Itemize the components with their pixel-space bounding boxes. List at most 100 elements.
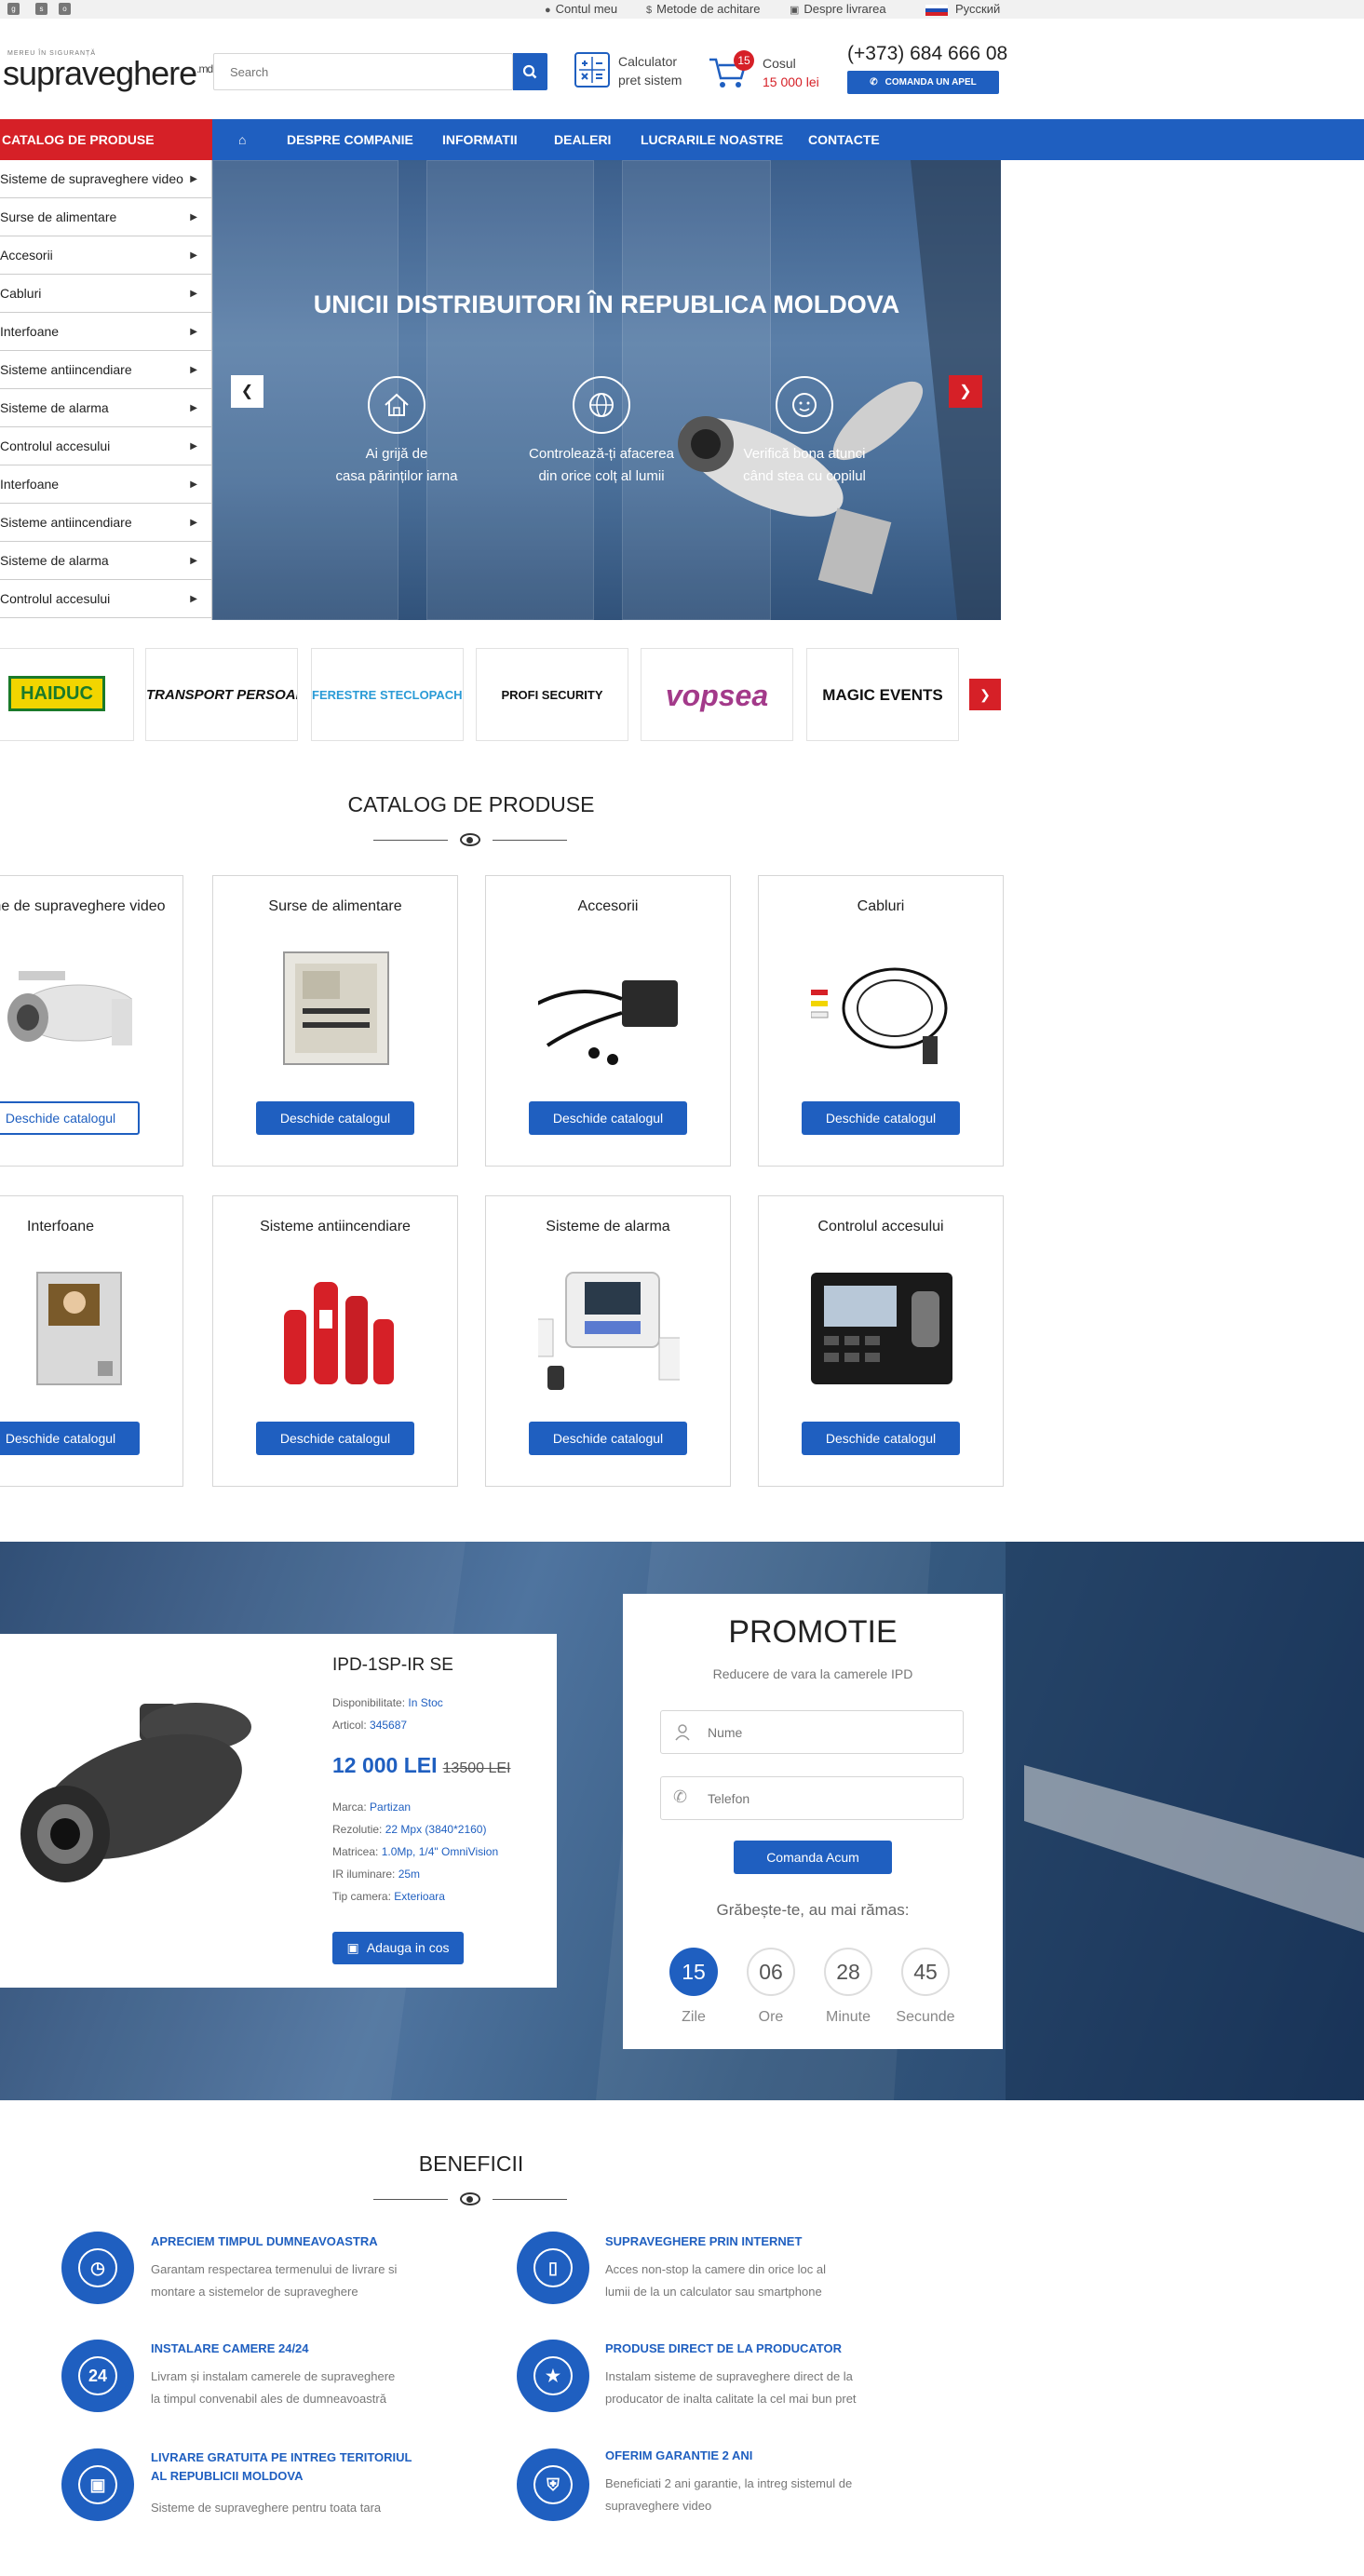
partner-logo[interactable]: HAIDUC [0, 648, 134, 741]
order-now-button[interactable]: Comanda Acum [734, 1841, 892, 1874]
delivery-link[interactable]: ▣ Despre livrarea [790, 2, 886, 16]
sidebar-item[interactable]: Cabluri ▶ [0, 275, 211, 313]
benefit-line1: Acces non-stop la camere din orice loc a… [605, 2262, 827, 2276]
nav-about[interactable]: DESPRE COMPANIE [287, 119, 413, 160]
chevron-right-icon: ▶ [190, 518, 197, 528]
slider-prev-button[interactable]: ❮ [231, 375, 263, 408]
sidebar-item-label: Controlul accesului [0, 591, 111, 606]
nav-info[interactable]: INFORMATII [442, 119, 518, 160]
availability-row: Disponibilitate: In Stoc [332, 1696, 443, 1709]
availability-value: In Stoc [408, 1696, 443, 1709]
phone-number[interactable]: (+373) 684 666 08 [847, 43, 1007, 65]
open-catalog-button[interactable]: Deschide catalogul [256, 1101, 414, 1135]
calculator-link[interactable]: Calculator pret sistem [618, 52, 682, 89]
eye-icon [460, 833, 480, 846]
sidebar-item[interactable]: Interfoane ▶ [0, 313, 211, 351]
sidebar-item-label: Controlul accesului [0, 438, 111, 453]
google-plus-icon[interactable]: g [7, 3, 20, 15]
sidebar-item-label: Surse de alimentare [0, 209, 117, 224]
extinguisher-image [284, 1282, 394, 1384]
open-catalog-button[interactable]: Deschide catalogul [256, 1422, 414, 1455]
benefit-line1: Garantam respectarea termenului de livra… [151, 2262, 398, 2276]
partner-logo[interactable]: TRANSPORT PERSOANE.MD [145, 648, 298, 741]
feature-line1: Ai grijă de [365, 446, 428, 462]
add-to-cart-button[interactable]: ▣ Adauga in cos [332, 1932, 464, 1964]
partner-name: FERESTRE STECLOPACHET.MD [312, 688, 463, 702]
chevron-right-icon: ▶ [190, 174, 197, 184]
countdown-caption: Grăbește-te, au mai rămas: [716, 1901, 910, 1919]
sidebar-item[interactable]: Interfoane ▶ [0, 465, 211, 504]
spec-label: IR iluminare: [332, 1868, 396, 1881]
product-card: Interfoane Deschide catalogul [0, 1195, 183, 1487]
search-button[interactable] [513, 53, 547, 90]
sidebar-item[interactable]: Controlul accesului ▶ [0, 427, 211, 465]
promotion-title: PROMOTIE [728, 1614, 898, 1650]
search-input[interactable] [213, 53, 513, 90]
benefit-title: INSTALARE CAMERE 24/24 [151, 2341, 309, 2355]
russia-flag-icon [925, 4, 948, 16]
chevron-right-icon: ❯ [959, 384, 972, 399]
open-catalog-button[interactable]: Deschide catalogul [802, 1101, 960, 1135]
partner-logo[interactable]: MAGIC EVENTS [806, 648, 959, 741]
chevron-right-icon: ▶ [190, 365, 197, 375]
nav-contacts[interactable]: CONTACTE [808, 119, 880, 160]
partner-name: HAIDUC [8, 676, 105, 711]
open-catalog-button[interactable]: Deschide catalogul [802, 1422, 960, 1455]
request-call-button[interactable]: ✆ COMANDA UN APEL [847, 71, 999, 94]
cart-summary[interactable]: Cosul 15 000 lei [763, 54, 819, 91]
partner-name: MAGIC EVENTS [822, 686, 943, 704]
sidebar-item[interactable]: Accesorii ▶ [0, 236, 211, 275]
sidebar-item[interactable]: Sisteme antiincendiare ▶ [0, 351, 211, 389]
partners-next-button[interactable]: ❯ [969, 679, 1001, 710]
partner-logo[interactable]: vopsea [641, 648, 793, 741]
sidebar-item[interactable]: Sisteme antiincendiare ▶ [0, 504, 211, 542]
feature-text: Verifică bona atunci când stea cu copilul [711, 443, 898, 488]
home-icon[interactable]: ⌂ [238, 119, 246, 160]
sidebar-item[interactable]: Sisteme de alarma ▶ [0, 389, 211, 427]
sidebar-item[interactable]: Surse de alimentare ▶ [0, 198, 211, 236]
spec-value: 25m [398, 1868, 421, 1881]
divider [373, 2199, 448, 2200]
product-card: Sisteme de supraveghere video Deschide c… [0, 875, 183, 1167]
delivery-truck-icon: ▣ [61, 2448, 134, 2521]
open-catalog-button[interactable]: Deschide catalogul [529, 1101, 687, 1135]
product-title: Sisteme antiincendiare [260, 1219, 411, 1234]
cart-total: 15 000 lei [763, 74, 819, 89]
language-switch[interactable]: Русский [925, 2, 1000, 16]
logo[interactable]: supraveghere.md [3, 54, 213, 93]
skype-icon[interactable]: s [35, 3, 47, 15]
open-catalog-button[interactable]: Deschide catalogul [529, 1422, 687, 1455]
sidebar-item-label: Sisteme de supraveghere video [0, 171, 183, 186]
calculator-icon[interactable] [574, 52, 610, 88]
partner-name: TRANSPORT PERSOANE.MD [146, 687, 297, 703]
product-title: Accesorii [577, 898, 639, 914]
slider-next-button[interactable]: ❯ [949, 375, 982, 408]
benefit-text: Livram și instalam camerele de supravegh… [151, 2366, 395, 2410]
catalog-menu-header[interactable]: CATALOG DE PRODUSE [0, 119, 212, 160]
product-title: Cabluri [857, 898, 905, 914]
phone-field[interactable] [660, 1776, 964, 1820]
request-call-label: COMANDA UN APEL [885, 77, 977, 88]
nav-works[interactable]: LUCRARILE NOASTRE [641, 119, 783, 160]
nav-dealers[interactable]: DEALERI [554, 119, 611, 160]
open-catalog-button[interactable]: Deschide catalogul [0, 1422, 140, 1455]
house-icon [368, 376, 425, 434]
featured-product-name: IPD-1SP-IR SE [332, 1655, 453, 1675]
open-catalog-button[interactable]: Deschide catalogul [0, 1101, 140, 1135]
payment-methods-link[interactable]: $ Metode de achitare [646, 2, 760, 16]
benefit-line2: supraveghere video [605, 2499, 712, 2513]
odnoklassniki-icon[interactable]: o [59, 3, 71, 15]
account-link[interactable]: ● Contul meu [545, 2, 617, 16]
name-field[interactable] [660, 1710, 964, 1754]
price-old: 13500 LEI [442, 1760, 511, 1776]
main-nav: ⌂ DESPRE COMPANIE INFORMATII DEALERI LUC… [212, 119, 1364, 160]
benefit-line1: Beneficiati 2 ani garantie, la intreg si… [605, 2476, 853, 2490]
sidebar-item[interactable]: Sisteme de alarma ▶ [0, 542, 211, 580]
partner-logo[interactable]: PROFI SECURITY [476, 648, 628, 741]
sidebar-item[interactable]: Sisteme de supraveghere video ▶ [0, 160, 211, 198]
sidebar-item[interactable]: Controlul accesului ▶ [0, 580, 211, 618]
calculator-line2: pret sistem [618, 73, 682, 88]
partner-logo[interactable]: FERESTRE STECLOPACHET.MD [311, 648, 464, 741]
benefit-line2: montare a sistemelor de supraveghere [151, 2285, 358, 2299]
camera-image [7, 971, 132, 1045]
